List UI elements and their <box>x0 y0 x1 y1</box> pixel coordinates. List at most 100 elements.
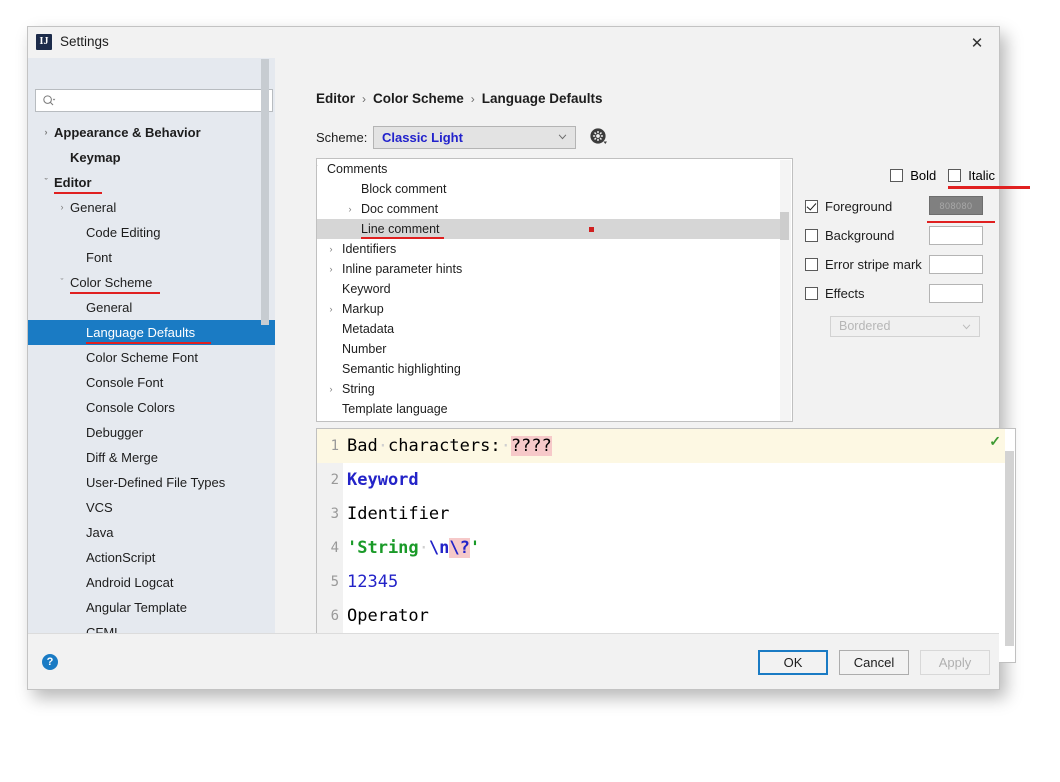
breadcrumb-separator: › <box>362 91 366 106</box>
code-line-content: 'String·\n\?' <box>347 538 480 558</box>
scheme-dropdown[interactable]: Classic Light <box>373 126 576 149</box>
attributes-scrollbar-thumb[interactable] <box>780 212 789 240</box>
preview-vertical-scrollbar[interactable] <box>1005 451 1014 646</box>
attribute-row[interactable]: Line comment <box>317 219 780 239</box>
scheme-label: Scheme: <box>316 130 368 145</box>
line-number: 2 <box>330 472 339 488</box>
attribute-row[interactable]: › Inline parameter hints <box>317 259 780 279</box>
line-number: 6 <box>330 608 339 624</box>
chevron-down-icon[interactable]: ˇ <box>40 177 52 189</box>
background-row[interactable]: Background <box>805 221 995 250</box>
effects-color-swatch[interactable] <box>929 284 983 303</box>
scheme-settings-gear-button[interactable] <box>586 124 612 150</box>
search-field[interactable] <box>35 89 273 112</box>
attribute-row[interactable]: Block comment <box>317 179 780 199</box>
close-icon[interactable]: ✕ <box>955 27 999 58</box>
sidebar-item-font[interactable]: Font <box>28 245 275 270</box>
sidebar-item-android-logcat[interactable]: Android Logcat <box>28 570 275 595</box>
gear-icon <box>590 128 607 144</box>
sidebar-item-color-scheme-font[interactable]: Color Scheme Font <box>28 345 275 370</box>
sidebar-scrollbar-thumb[interactable] <box>261 59 269 325</box>
effects-checkbox[interactable] <box>805 287 818 300</box>
help-icon[interactable]: ? <box>42 654 58 670</box>
code-token: · <box>418 538 429 558</box>
code-line-content: Bad·characters:·???? <box>347 436 552 456</box>
attribute-row[interactable]: › String <box>317 379 780 399</box>
error-stripe-mark-row[interactable]: Error stripe mark <box>805 250 995 279</box>
chevron-down-icon[interactable]: ˇ <box>317 163 322 175</box>
chevron-right-icon[interactable]: › <box>40 127 52 139</box>
attribute-row[interactable]: Keyword <box>317 279 780 299</box>
sidebar-item-user-defined-file-types[interactable]: User-Defined File Types <box>28 470 275 495</box>
chevron-right-icon[interactable]: › <box>56 202 68 214</box>
breadcrumb-item[interactable]: Language Defaults <box>482 91 603 106</box>
breadcrumb-item[interactable]: Color Scheme <box>373 91 464 106</box>
sidebar-item-language-defaults[interactable]: Language Defaults <box>28 320 275 345</box>
foreground-color-swatch[interactable]: 808080 <box>929 196 983 215</box>
sidebar-item-actionscript[interactable]: ActionScript <box>28 545 275 570</box>
chevron-right-icon[interactable]: › <box>325 383 337 395</box>
sidebar-item-console-font[interactable]: Console Font <box>28 370 275 395</box>
intellij-idea-logo-icon: IJ <box>36 34 52 50</box>
sidebar-item-debugger[interactable]: Debugger <box>28 420 275 445</box>
error-stripe-mark-color-swatch[interactable] <box>929 255 983 274</box>
sidebar-item-appearance-behavior[interactable]: › Appearance & Behavior <box>28 120 275 145</box>
code-token: 'String <box>347 538 419 558</box>
italic-checkbox[interactable] <box>948 168 962 182</box>
sidebar-item-label: Console Font <box>86 375 164 390</box>
cancel-button[interactable]: Cancel <box>839 650 909 675</box>
attribute-row[interactable]: › Identifiers <box>317 239 780 259</box>
attribute-row[interactable]: Number <box>317 339 780 359</box>
chevron-right-icon[interactable]: › <box>344 203 356 215</box>
code-preview[interactable]: 1 Bad·characters:·???? 2 Keyword 3 Identifier… <box>316 428 1016 663</box>
italic-checkbox-row[interactable]: Italic <box>948 168 1031 189</box>
attribute-label: Block comment <box>361 182 447 196</box>
error-stripe-mark-checkbox[interactable] <box>805 258 818 271</box>
sidebar-item-java[interactable]: Java <box>28 520 275 545</box>
color-attributes-list[interactable]: ˇ Comments Block comment › Doc comment Line c… <box>316 158 793 422</box>
background-color-swatch[interactable] <box>929 226 983 245</box>
green-check-icon: ✓ <box>989 433 1001 449</box>
sidebar-scrollbar-track[interactable] <box>261 58 273 603</box>
attribute-row[interactable]: › Markup <box>317 299 780 319</box>
sidebar-item-diff-merge[interactable]: Diff & Merge <box>28 445 275 470</box>
chevron-right-icon[interactable]: › <box>325 303 337 315</box>
code-line: 6 Operator <box>317 599 1005 633</box>
bold-checkbox-row[interactable]: Bold <box>890 168 936 183</box>
attribute-row[interactable]: Semantic highlighting <box>317 359 780 379</box>
sidebar-item-editor[interactable]: ˇ Editor <box>28 170 275 195</box>
settings-tree[interactable]: › Appearance & Behavior Keymap ˇ Editor › Gene… <box>28 120 275 665</box>
attribute-row[interactable]: Metadata <box>317 319 780 339</box>
code-token: Identifier <box>347 504 450 524</box>
chevron-right-icon[interactable]: › <box>325 243 337 255</box>
sidebar-item-label: Debugger <box>86 425 144 440</box>
attribute-row[interactable]: Template language <box>317 399 780 419</box>
sidebar-item-label: Appearance & Behavior <box>54 125 201 140</box>
attributes-scrollbar-track[interactable] <box>780 160 791 421</box>
sidebar-item-code-editing[interactable]: Code Editing <box>28 220 275 245</box>
ok-button[interactable]: OK <box>758 650 828 675</box>
chevron-down-icon[interactable]: ˇ <box>56 277 68 289</box>
dialog-footer: ? OK Cancel Apply <box>28 633 999 689</box>
sidebar-item-label: ActionScript <box>86 550 156 565</box>
sidebar-item-general[interactable]: › General <box>28 195 275 220</box>
bold-checkbox[interactable] <box>890 168 904 182</box>
effects-row[interactable]: Effects <box>805 279 995 308</box>
foreground-checkbox[interactable] <box>805 200 818 213</box>
sidebar-item-color-scheme[interactable]: ˇ Color Scheme <box>28 270 275 295</box>
sidebar-item-angular-template[interactable]: Angular Template <box>28 595 275 620</box>
attribute-options-panel: Bold Italic Foreground 808080 Background… <box>805 162 1031 337</box>
search-input[interactable] <box>62 91 268 110</box>
attribute-row[interactable]: ˇ Comments <box>317 159 780 179</box>
breadcrumb-item[interactable]: Editor <box>316 91 355 106</box>
sidebar-item-console-colors[interactable]: Console Colors <box>28 395 275 420</box>
sidebar-item-vcs[interactable]: VCS <box>28 495 275 520</box>
code-token: \n <box>428 538 450 558</box>
attribute-row[interactable]: › Doc comment <box>317 199 780 219</box>
sidebar-item-general[interactable]: General <box>28 295 275 320</box>
foreground-row[interactable]: Foreground 808080 <box>805 192 995 223</box>
chevron-right-icon[interactable]: › <box>325 263 337 275</box>
background-checkbox[interactable] <box>805 229 818 242</box>
sidebar-item-keymap[interactable]: Keymap <box>28 145 275 170</box>
breadcrumb-separator: › <box>470 91 475 106</box>
